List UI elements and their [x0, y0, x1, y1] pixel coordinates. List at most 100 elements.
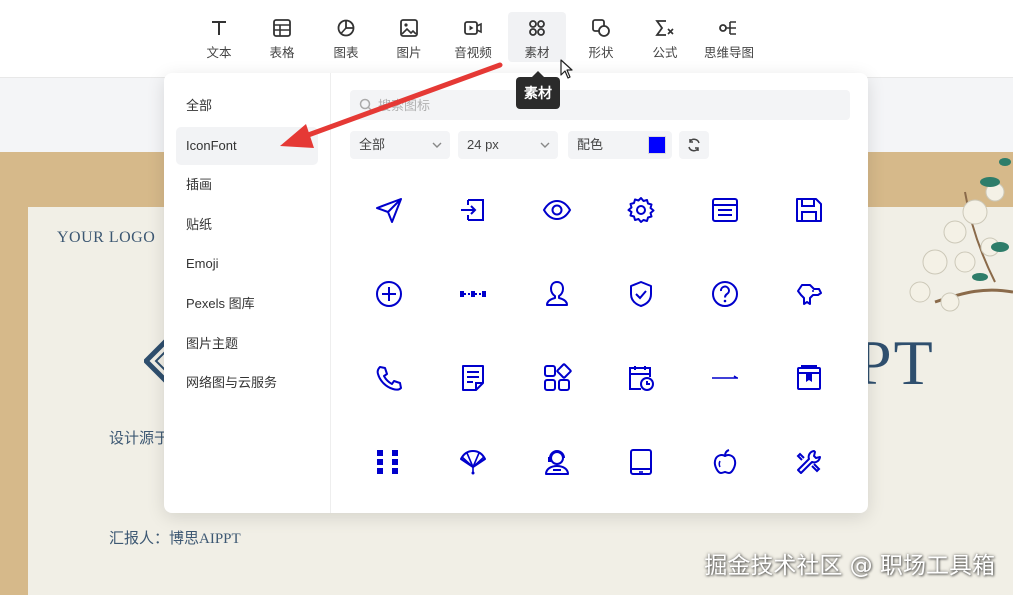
toolbar-text-button[interactable]: 文本: [190, 12, 248, 62]
icon-cell[interactable]: [767, 168, 851, 252]
icon-cell[interactable]: [767, 420, 851, 504]
tablet-icon: [630, 449, 652, 475]
toolbar-mindmap-button[interactable]: 思维导图: [700, 12, 758, 62]
grid-dots-icon: [377, 450, 398, 474]
icon-cell[interactable]: [683, 168, 767, 252]
icon-search-box[interactable]: [350, 90, 850, 120]
icon-cell[interactable]: [767, 252, 851, 336]
top-toolbar: 文本 表格 图表 图片 音视频 素材 形状 公式 思维导图: [0, 0, 1013, 78]
toolbar-formula-button[interactable]: 公式: [636, 12, 694, 62]
wrench-icon: [796, 450, 821, 474]
chevron-down-icon: [432, 142, 442, 148]
size-select-value: 24 px: [467, 137, 499, 152]
color-picker[interactable]: 配色: [568, 131, 672, 159]
bookmark-book-icon: [797, 365, 821, 390]
icon-cell[interactable]: [347, 168, 431, 252]
sidebar-item-illustration[interactable]: 插画: [176, 166, 318, 204]
login-icon: [461, 199, 484, 221]
icon-cell[interactable]: [599, 168, 683, 252]
icon-cell[interactable]: [599, 252, 683, 336]
sidebar-item-all[interactable]: 全部: [176, 87, 318, 125]
document-list-icon: [712, 198, 738, 222]
shape-icon: [590, 17, 612, 39]
toolbar-text-label: 文本: [206, 46, 232, 60]
icon-cell[interactable]: [431, 168, 515, 252]
assets-panel: 全部 IconFont 插画 贴纸 Emoji Pexels 图库 图片主题 网…: [164, 73, 868, 513]
icon-cell[interactable]: [515, 336, 599, 420]
sidebar-item-emoji[interactable]: Emoji: [176, 245, 318, 283]
toolbar-shape-label: 形状: [588, 46, 614, 60]
fan-icon: [460, 450, 486, 475]
toolbar-table-label: 表格: [269, 46, 295, 60]
toolbar-shape-button[interactable]: 形状: [572, 12, 630, 62]
toolbar-mindmap-label: 思维导图: [703, 46, 754, 60]
icon-cell[interactable]: [347, 420, 431, 504]
refresh-icon: [688, 138, 700, 152]
text-icon: [208, 17, 230, 39]
icon-cell[interactable]: [347, 336, 431, 420]
assets-icon: [526, 17, 548, 39]
size-select[interactable]: 24 px: [458, 131, 558, 159]
icon-cell[interactable]: [515, 252, 599, 336]
icon-cell[interactable]: [683, 336, 767, 420]
sidebar-item-stickers[interactable]: 贴纸: [176, 206, 318, 244]
icon-cell[interactable]: [431, 420, 515, 504]
toolbar-image-button[interactable]: 图片: [380, 12, 438, 62]
sidebar-item-pexels[interactable]: Pexels 图库: [176, 285, 318, 323]
toolbar-formula-label: 公式: [652, 46, 678, 60]
watermark-text: 掘金技术社区 @ 职场工具箱: [704, 553, 995, 579]
calendar-clock-icon: [629, 366, 654, 391]
slide-subtitle-fragment[interactable]: 设计源于: [109, 427, 169, 448]
toolbar-table-button[interactable]: 表格: [253, 12, 311, 62]
arrow-right-icon: [712, 375, 738, 379]
sidebar-item-image-themes[interactable]: 图片主题: [176, 325, 318, 363]
icon-cell[interactable]: [683, 420, 767, 504]
icon-cell[interactable]: [431, 336, 515, 420]
icon-cell[interactable]: [515, 420, 599, 504]
icon-search-input[interactable]: [378, 90, 838, 120]
apple-icon: [713, 449, 737, 474]
color-picker-label: 配色: [577, 137, 604, 152]
category-select[interactable]: 全部: [350, 131, 450, 159]
apps-icon: [544, 363, 572, 391]
icon-cell[interactable]: [431, 252, 515, 336]
table-icon: [271, 17, 293, 39]
toolbar-video-button[interactable]: 音视频: [444, 12, 502, 62]
slide-logo-text[interactable]: YOUR LOGO: [57, 229, 155, 247]
eye-icon: [542, 199, 572, 221]
video-icon: [462, 17, 484, 39]
save-icon: [796, 198, 822, 222]
mindmap-icon: [718, 17, 740, 39]
color-swatch[interactable]: [648, 136, 666, 154]
note-icon: [462, 365, 484, 391]
mouse-cursor-icon: [560, 59, 573, 79]
user-icon: [546, 281, 568, 306]
refresh-button[interactable]: [679, 131, 709, 159]
toolbar-chart-button[interactable]: 图表: [317, 12, 375, 62]
toolbar-image-label: 图片: [396, 46, 422, 60]
toolbar-assets-label: 素材: [524, 46, 550, 60]
assets-tooltip: 素材: [516, 71, 560, 109]
customer-service-icon: [545, 450, 569, 475]
icon-cell[interactable]: [599, 336, 683, 420]
icon-cell[interactable]: [599, 420, 683, 504]
flower-decoration: [909, 158, 1013, 312]
sidebar-item-iconfont[interactable]: IconFont: [176, 126, 318, 165]
sidebar-item-web-cloud[interactable]: 网络图与云服务: [176, 364, 318, 402]
gear-icon: [627, 197, 655, 223]
dog-icon: [797, 284, 822, 305]
search-icon: [359, 98, 373, 112]
toolbar-assets-button[interactable]: 素材: [508, 12, 566, 62]
image-icon: [398, 17, 420, 39]
dotted-line-icon: [460, 291, 486, 297]
formula-icon: [654, 17, 676, 39]
question-circle-icon: [712, 281, 738, 307]
icon-cell[interactable]: [767, 336, 851, 420]
assets-sidebar: 全部 IconFont 插画 贴纸 Emoji Pexels 图库 图片主题 网…: [164, 73, 331, 513]
toolbar-video-label: 音视频: [454, 46, 492, 60]
plus-circle-icon: [376, 281, 402, 307]
icon-cell[interactable]: [683, 252, 767, 336]
icon-cell[interactable]: [515, 168, 599, 252]
slide-reporter[interactable]: 汇报人：博思AIPPT: [109, 527, 241, 548]
icon-cell[interactable]: [347, 252, 431, 336]
